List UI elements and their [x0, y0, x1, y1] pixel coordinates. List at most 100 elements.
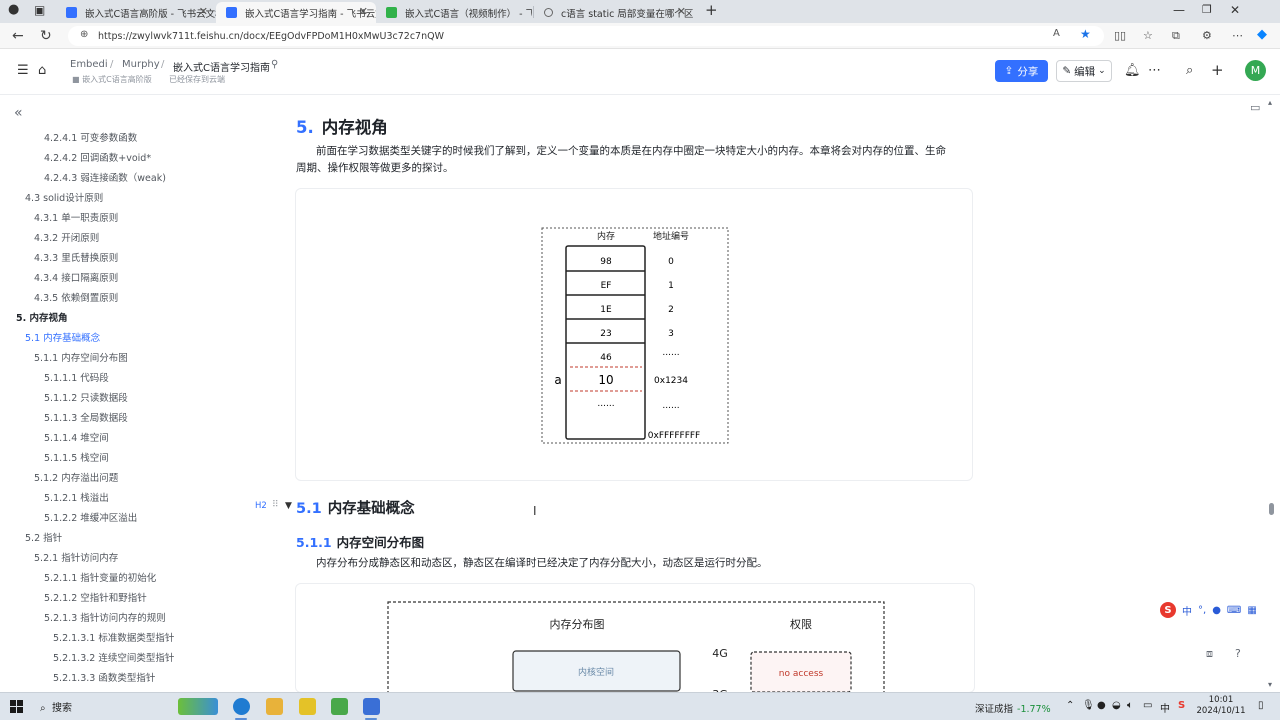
sogou-tray-icon[interactable]: S	[1178, 700, 1185, 711]
ime-mode[interactable]: 中	[1182, 603, 1192, 618]
ime-toolbar[interactable]: S 中 °, ● ⌨ ▦	[1160, 601, 1278, 619]
toc-item[interactable]: 4.3.3 里氏替换原则	[34, 250, 118, 264]
comment-icon[interactable]: ▭	[1250, 101, 1260, 114]
browser-tab-2[interactable]: 嵌入式C语言学习指南 - 飞书云文 ✕	[216, 2, 376, 23]
profile-icon[interactable]: ●	[8, 2, 19, 17]
close-window-icon[interactable]: ✕	[1230, 3, 1240, 17]
copilot-icon[interactable]: ◆	[1257, 27, 1267, 42]
scroll-down-icon[interactable]: ▾	[1268, 680, 1272, 689]
ime-indicator[interactable]: 中	[1160, 700, 1170, 715]
toc-item[interactable]: 5.1.2.1 栈溢出	[44, 490, 109, 504]
collapse-sidebar-icon[interactable]: «	[14, 105, 23, 121]
new-tab-icon[interactable]: +	[705, 1, 718, 19]
toc-item[interactable]: 5.1.1.2 只读数据段	[44, 390, 128, 404]
toc-item[interactable]: 5.2.1.2 空指针和野指针	[44, 590, 147, 604]
toc-item[interactable]: 5.1.1.3 全局数据段	[44, 410, 128, 424]
notification-bell-icon[interactable]: 🔔︎	[1124, 63, 1141, 78]
browser-tab-3[interactable]: 嵌入式C语言（视频制作） - 飞书	[376, 2, 532, 23]
feishu-app-icon[interactable]	[363, 698, 380, 715]
toc-item[interactable]: 5.2.1.3.1 标准数据类型指针	[53, 630, 174, 644]
favorites-icon[interactable]: ☆	[1143, 29, 1153, 42]
toc-item[interactable]: 5.2.1.3 指针访问内存的规则	[44, 610, 166, 624]
voice-icon[interactable]: ●	[1212, 605, 1221, 616]
network-icon[interactable]: ◒	[1112, 700, 1121, 711]
stock-widget[interactable]: 深证成指 -1.77%	[975, 701, 1051, 715]
weather-widget-icon[interactable]	[178, 698, 218, 715]
toc-item[interactable]: 5.1.1.4 堆空间	[44, 430, 109, 444]
share-button[interactable]: ⇪ 分享	[995, 60, 1048, 82]
avatar[interactable]: M	[1245, 60, 1266, 81]
toc-item[interactable]: 4.2.4.2 回调函数+void*	[44, 150, 151, 164]
toc-item[interactable]: 5. 内存视角	[16, 310, 68, 324]
toc-item[interactable]: 5.1.2.2 堆缓冲区溢出	[44, 510, 137, 524]
notification-center-icon[interactable]: ▯	[1258, 700, 1264, 711]
taskbar-search[interactable]: ⌕ 搜索	[40, 699, 72, 714]
add-icon[interactable]: +	[1211, 61, 1224, 79]
toc-item[interactable]: 4.3 solid设计原则	[25, 190, 103, 204]
scrollbar-thumb[interactable]	[1269, 503, 1274, 515]
close-tab-icon[interactable]: ✕	[199, 5, 208, 18]
collections-icon[interactable]: ⧉	[1172, 29, 1180, 43]
skin-icon[interactable]: ▦	[1247, 605, 1256, 616]
more-options-icon[interactable]: ⋯	[1148, 63, 1161, 78]
favorite-star-icon[interactable]: ★	[1080, 27, 1091, 41]
app-icon[interactable]	[331, 698, 348, 715]
help-icon[interactable]: ?	[1235, 647, 1241, 660]
outline-icon[interactable]: ⧈	[1206, 647, 1213, 661]
toc-item[interactable]: 4.3.1 单一职责原则	[34, 210, 118, 224]
menu-toggle-icon[interactable]: ☰	[17, 63, 29, 78]
back-icon[interactable]: ←	[12, 28, 24, 44]
windows-start-icon[interactable]	[10, 700, 23, 713]
breadcrumb-item[interactable]: Murphy	[122, 59, 160, 70]
toc-item[interactable]: 4.3.5 依赖倒置原则	[34, 290, 118, 304]
restore-icon[interactable]: ❐	[1202, 3, 1212, 16]
toc-item[interactable]: 4.2.4.1 可变参数函数	[44, 130, 137, 144]
read-aloud-icon[interactable]: A	[1053, 28, 1060, 39]
system-clock[interactable]: 10:01 2024/10/11	[1196, 695, 1246, 717]
pin-icon[interactable]: ⚲	[271, 59, 278, 70]
space-badge[interactable]: ■ 嵌入式C语言高阶版	[72, 74, 152, 85]
home-icon[interactable]: ⌂	[38, 63, 46, 78]
collapse-heading-icon[interactable]: ▼	[285, 501, 292, 511]
wechat-icon[interactable]: ●	[1097, 700, 1106, 711]
refresh-icon[interactable]: ↻	[40, 28, 52, 44]
show-hidden-icons-icon[interactable]: ⌃	[1066, 700, 1074, 711]
heading-level-badge[interactable]: H2	[255, 501, 267, 511]
battery-icon[interactable]: ▭	[1143, 700, 1152, 711]
volume-icon[interactable]: 🔈︎	[1127, 700, 1133, 711]
microphone-icon[interactable]: 🎙︎	[1082, 700, 1095, 711]
breadcrumb-item[interactable]: Embedi	[70, 59, 108, 70]
toc-item[interactable]: 4.3.4 接口隔离原则	[34, 270, 118, 284]
minimize-icon[interactable]: —	[1173, 3, 1185, 17]
toc-item[interactable]: 5.1.1.5 栈空间	[44, 450, 109, 464]
keyboard-icon[interactable]: ⌨	[1227, 605, 1241, 616]
punctuation-icon[interactable]: °,	[1198, 605, 1206, 616]
toc-item[interactable]: 5.1 内存基础概念	[25, 330, 100, 344]
tab-actions-icon[interactable]: ▣	[34, 3, 45, 17]
site-info-icon[interactable]: ⊕	[80, 29, 88, 40]
file-explorer-icon[interactable]	[266, 698, 283, 715]
toc-item[interactable]: 5.2.1.3.2 连续空间类型指针	[53, 650, 174, 664]
scroll-up-icon[interactable]: ▴	[1268, 98, 1272, 107]
toc-item[interactable]: 5.1.1.1 代码段	[44, 370, 109, 384]
more-menu-icon[interactable]: ⋯	[1232, 29, 1243, 42]
toc-item[interactable]: 5.2.1.3.3 函数类型指针	[53, 670, 155, 684]
close-tab-icon[interactable]: ✕	[359, 5, 368, 18]
toc-item[interactable]: 5.2 指针	[25, 530, 62, 544]
browser-tab-1[interactable]: 嵌入式C语言高阶版 - 飞书云文档 ✕	[56, 2, 216, 23]
toc-item[interactable]: 5.1.2 内存溢出问题	[34, 470, 118, 484]
toc-item[interactable]: 5.1.1 内存空间分布图	[34, 350, 128, 364]
url-input[interactable]: ⊕ https://zwylwvk711t.feishu.cn/docx/EEg…	[68, 26, 1104, 46]
app-icon[interactable]	[299, 698, 316, 715]
search-icon[interactable]: ⌕	[1186, 63, 1193, 78]
toc-item[interactable]: 5.2.1 指针访问内存	[34, 550, 118, 564]
browser-tab-4[interactable]: c语言 static 局部变量在哪个区 - 搜 ✕	[534, 2, 694, 23]
drag-handle-icon[interactable]: ⠿	[272, 500, 279, 510]
toc-item[interactable]: 4.3.2 开闭原则	[34, 230, 99, 244]
edge-browser-icon[interactable]	[233, 698, 250, 715]
toc-item[interactable]: 5.2.1.1 指针变量的初始化	[44, 570, 156, 584]
close-tab-icon[interactable]: ✕	[677, 5, 686, 18]
edit-button[interactable]: ✎ 编辑 ⌄	[1056, 60, 1112, 82]
split-screen-icon[interactable]: ▯▯	[1114, 29, 1126, 42]
toc-item[interactable]: 4.2.4.3 弱连接函数（weak)	[44, 170, 166, 184]
